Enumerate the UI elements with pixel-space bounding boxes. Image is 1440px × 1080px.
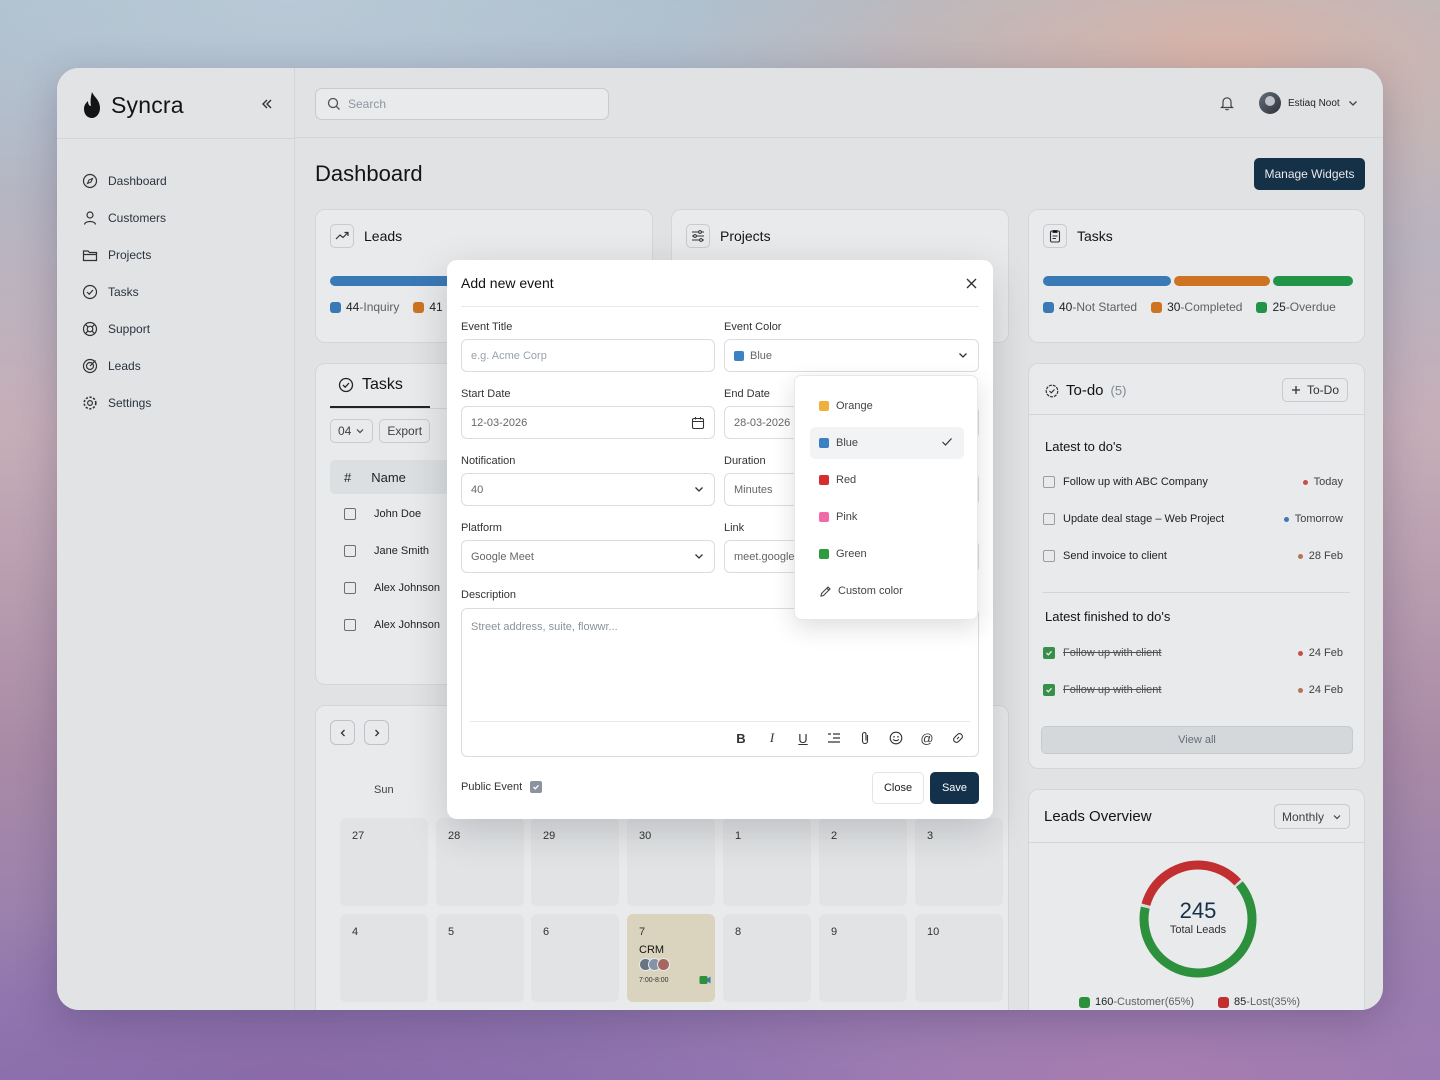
modal-title: Add new event [461,275,554,291]
close-modal-button[interactable] [963,275,979,291]
editor-toolbar: B I U @ [733,730,966,746]
calendar-icon [691,417,705,430]
link-label: Link [724,522,745,534]
notification-label: Notification [461,455,516,467]
bold-icon[interactable]: B [733,730,749,746]
end-date-value: 28-03-2026 [734,416,791,429]
divider [470,721,970,722]
event-color-label: Event Color [724,321,782,333]
color-option-label: Pink [836,511,858,523]
platform-value: Google Meet [471,550,534,563]
event-title-placeholder: e.g. Acme Corp [471,349,547,362]
end-date-label: End Date [724,388,770,400]
color-swatch [819,401,829,411]
color-option-orange[interactable]: Orange [810,390,964,422]
start-date-value: 12-03-2026 [471,416,528,429]
description-placeholder: Street address, suite, flowwr... [471,621,618,633]
duration-label: Duration [724,455,766,467]
start-date-label: Start Date [461,388,511,400]
color-option-label: Orange [836,400,873,412]
color-swatch [819,512,829,522]
chevron-down-icon [695,487,703,492]
link-value: meet.google [734,550,795,563]
chevron-down-icon [959,353,967,358]
color-option-label: Green [836,548,867,560]
event-color-value: Blue [750,349,773,362]
color-option-label: Blue [836,437,859,449]
platform-select[interactable]: Google Meet [461,540,715,573]
close-button[interactable]: Close [872,772,924,804]
color-swatch [819,438,829,448]
notification-select[interactable]: 40 [461,473,715,506]
color-swatch [734,350,744,361]
public-event-label: Public Event [461,781,523,793]
event-title-label: Event Title [461,321,513,333]
event-title-input[interactable]: e.g. Acme Corp [461,339,715,372]
save-button[interactable]: Save [930,772,979,804]
color-option-label: Red [836,474,857,486]
event-color-select[interactable]: Blue [724,339,979,372]
public-event-checkbox[interactable] [530,781,543,793]
list-icon[interactable] [826,730,842,746]
chevron-down-icon [695,554,703,559]
color-option-pink[interactable]: Pink [810,501,964,533]
color-option-custom[interactable]: Custom color [810,575,964,607]
checkmark-icon [942,438,952,446]
attachment-icon[interactable] [857,730,873,746]
pencil-icon [820,585,831,597]
public-event-toggle[interactable]: Public Event [461,781,543,793]
platform-label: Platform [461,522,502,534]
duration-value: Minutes [734,483,773,496]
color-option-red[interactable]: Red [810,464,964,496]
color-option-label: Custom color [838,585,903,597]
link-icon[interactable] [950,730,966,746]
color-option-green[interactable]: Green [810,538,964,570]
italic-icon[interactable]: I [764,730,780,746]
close-icon [966,278,976,288]
color-option-blue[interactable]: Blue [810,427,964,459]
start-date-input[interactable]: 12-03-2026 [461,406,715,439]
event-color-dropdown: Orange Blue Red Pink Green Custom color [794,375,978,620]
color-swatch [819,549,829,559]
divider [461,306,979,307]
underline-icon[interactable]: U [795,730,811,746]
emoji-icon[interactable] [888,730,904,746]
description-editor[interactable]: Street address, suite, flowwr... B I U @ [461,608,979,757]
mention-icon[interactable]: @ [919,730,935,746]
color-swatch [819,475,829,485]
notification-value: 40 [471,483,484,496]
description-label: Description [461,589,517,601]
